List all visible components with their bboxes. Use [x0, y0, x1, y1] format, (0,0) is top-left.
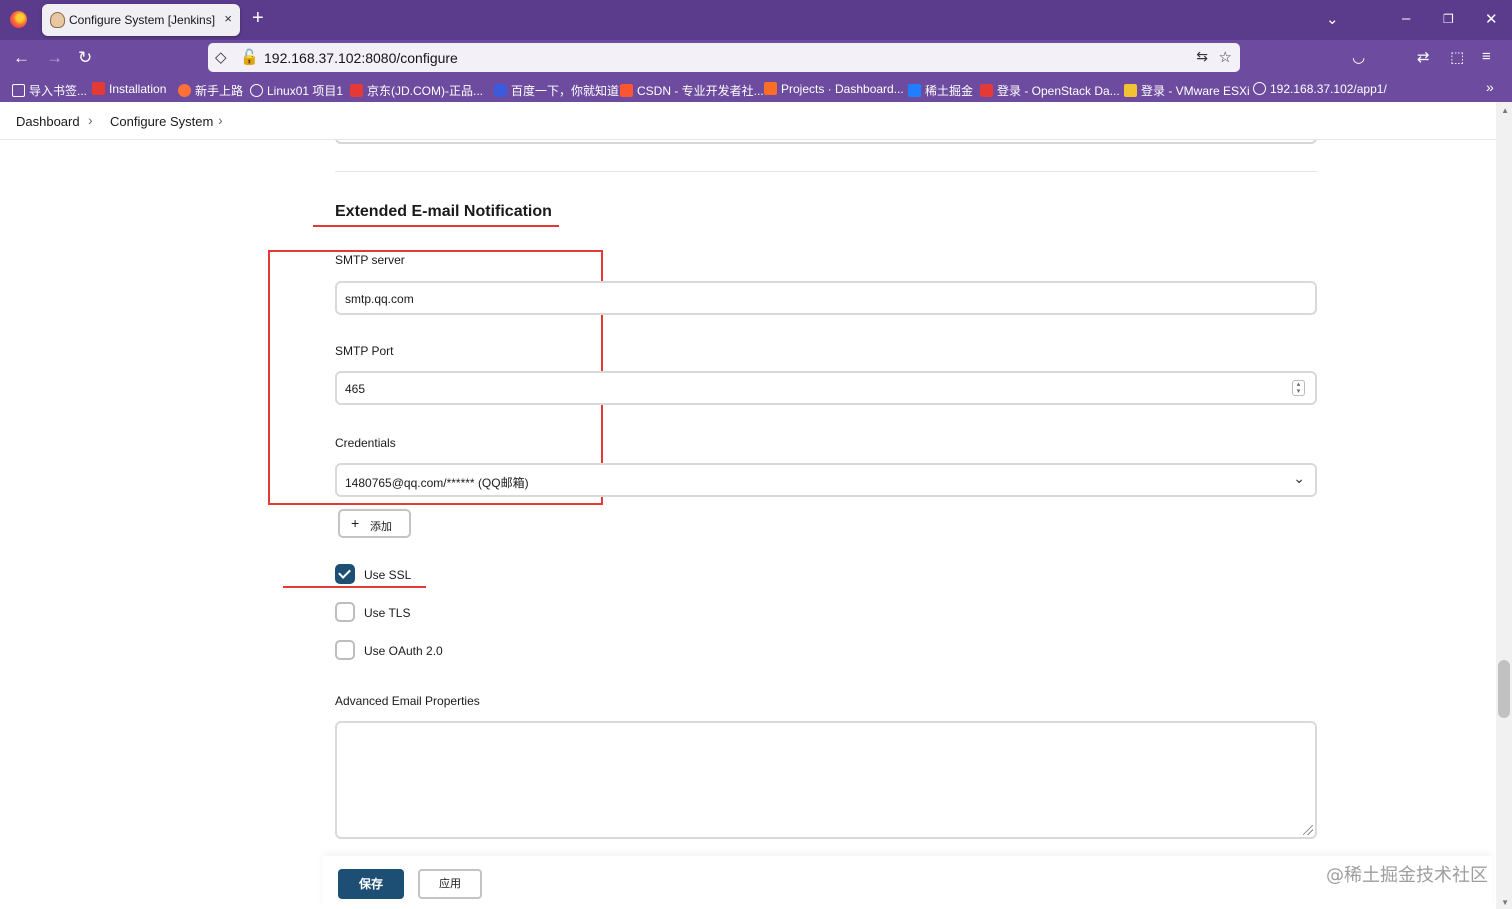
use-oauth-checkbox[interactable] — [335, 640, 355, 660]
use-oauth-label[interactable]: Use OAuth 2.0 — [364, 644, 443, 658]
number-spinner-icon[interactable]: ▴ ▾ — [1292, 380, 1305, 396]
resize-grip-icon[interactable] — [1303, 825, 1313, 835]
bookmark-item[interactable]: 登录 - OpenStack Da... — [980, 82, 1120, 99]
page-scrollbar[interactable]: ▲ ▼ — [1496, 102, 1512, 909]
gitlab-icon — [764, 82, 777, 95]
globe-icon — [250, 84, 263, 97]
extensions-icon[interactable]: ⬚ — [1450, 48, 1464, 66]
openstack-icon — [980, 84, 993, 97]
new-tab-button[interactable]: + — [252, 8, 264, 28]
browser-nav-bar: ← → ↻ ◇ 🔓 192.168.37.102:8080/configure … — [0, 40, 1512, 76]
credentials-label: Credentials — [335, 436, 396, 450]
section-divider — [335, 171, 1317, 172]
bookmarks-overflow-icon[interactable]: » — [1486, 79, 1494, 95]
bookmark-item[interactable]: Installation — [92, 82, 166, 96]
watermark: @稀土掘金技术社区 — [1326, 865, 1488, 886]
use-ssl-label[interactable]: Use SSL — [364, 568, 411, 582]
scroll-up-icon[interactable]: ▲ — [1501, 106, 1509, 115]
shield-icon[interactable]: ◇ — [215, 48, 227, 66]
smtp-port-input[interactable]: 465 ▴ ▾ — [335, 371, 1317, 405]
firefox-icon — [178, 84, 191, 97]
jd-icon — [350, 84, 363, 97]
section-title: Extended E-mail Notification — [335, 203, 552, 220]
tab-close-icon[interactable]: × — [224, 11, 232, 26]
list-all-tabs-icon[interactable]: ⌄ — [1326, 10, 1339, 28]
breadcrumb-chevron-icon[interactable]: › — [88, 112, 93, 128]
app-menu-icon[interactable]: ≡ — [1482, 48, 1491, 65]
previous-field-edge — [335, 140, 1317, 144]
add-button-label: 添加 — [370, 521, 392, 533]
bookmark-item[interactable]: 百度一下，你就知道 — [494, 82, 619, 99]
url-text[interactable]: 192.168.37.102:8080/configure — [264, 50, 458, 66]
credentials-select[interactable]: 1480765@qq.com/****** (QQ邮箱) ⌄ — [335, 463, 1317, 497]
chevron-down-icon: ⌄ — [1293, 470, 1305, 486]
import-icon — [12, 84, 25, 97]
bookmark-item[interactable]: 登录 - VMware ESXi — [1124, 82, 1250, 99]
use-ssl-checkbox[interactable] — [335, 564, 355, 584]
firefox-logo-icon[interactable] — [10, 11, 27, 28]
browser-title-bar: Configure System [Jenkins] × + ⌄ – ❐ ✕ — [0, 0, 1512, 40]
advanced-email-properties-textarea[interactable] — [335, 721, 1317, 839]
advanced-email-properties-label: Advanced Email Properties — [335, 694, 480, 708]
bookmark-item[interactable]: 新手上路 — [178, 82, 243, 99]
use-tls-checkbox[interactable] — [335, 602, 355, 622]
scroll-down-icon[interactable]: ▼ — [1501, 898, 1509, 907]
breadcrumb: Dashboard › Configure System › — [0, 102, 1512, 140]
configure-form: Extended E-mail Notification SMTP server… — [0, 140, 1512, 909]
smtp-port-label: SMTP Port — [335, 344, 394, 358]
breadcrumb-chevron-icon[interactable]: › — [218, 112, 223, 128]
smtp-port-value: 465 — [345, 382, 366, 396]
bookmark-item[interactable]: Linux01 项目1 — [250, 82, 343, 99]
add-credentials-button[interactable]: + 添加 — [338, 509, 411, 538]
back-icon[interactable]: ← — [13, 48, 30, 68]
bookmark-item[interactable]: CSDN - 专业开发者社... — [620, 82, 764, 99]
vmware-icon — [1124, 84, 1137, 97]
reload-icon[interactable]: ↻ — [78, 48, 92, 68]
zabbix-icon — [92, 82, 105, 95]
url-bar[interactable]: ◇ 🔓 192.168.37.102:8080/configure ⇆ ☆ — [208, 43, 1240, 72]
use-tls-label[interactable]: Use TLS — [364, 606, 410, 620]
plus-icon: + — [351, 515, 360, 531]
smtp-server-input[interactable]: smtp.qq.com — [335, 281, 1317, 315]
minimize-icon[interactable]: – — [1402, 10, 1410, 27]
csdn-icon — [620, 84, 633, 97]
insecure-lock-icon[interactable]: 🔓 — [240, 48, 259, 66]
bookmark-item[interactable]: 导入书签... — [12, 82, 87, 99]
juejin-icon — [908, 84, 921, 97]
checkmark-icon — [338, 566, 351, 579]
apply-button[interactable]: 应用 — [418, 869, 482, 899]
window-close-icon[interactable]: ✕ — [1485, 10, 1498, 28]
restore-icon[interactable]: ❐ — [1443, 12, 1454, 26]
annotation-underline — [283, 586, 426, 588]
baidu-icon — [494, 84, 507, 97]
breadcrumb-configure-system[interactable]: Configure System — [110, 114, 213, 129]
jenkins-favicon-icon — [50, 12, 65, 28]
translate-icon[interactable]: ⇆ — [1196, 48, 1208, 65]
save-button[interactable]: 保存 — [338, 869, 404, 899]
pocket-icon[interactable]: ◡ — [1352, 48, 1365, 66]
form-actions-bar: 保存 应用 — [322, 856, 1492, 909]
bookmarks-bar: 导入书签... Installation 新手上路 Linux01 项目1 京东… — [0, 76, 1512, 102]
credentials-selected-value: 1480765@qq.com/****** (QQ邮箱) — [345, 476, 529, 490]
translate-extension-icon[interactable]: ⇄ — [1417, 48, 1430, 66]
bookmark-item[interactable]: 京东(JD.COM)-正品... — [350, 82, 483, 99]
scrollbar-thumb[interactable] — [1498, 660, 1510, 718]
bookmark-item[interactable]: 稀土掘金 — [908, 82, 973, 99]
annotation-underline — [313, 225, 559, 227]
bookmark-item[interactable]: Projects · Dashboard... — [764, 82, 904, 96]
bookmark-star-icon[interactable]: ☆ — [1219, 48, 1232, 66]
forward-icon[interactable]: → — [46, 48, 63, 68]
bookmark-item[interactable]: 192.168.37.102/app1/ — [1253, 82, 1387, 96]
globe-icon — [1253, 82, 1266, 95]
browser-tab-active[interactable]: Configure System [Jenkins] × — [42, 4, 240, 36]
smtp-server-label: SMTP server — [335, 253, 405, 267]
tab-title: Configure System [Jenkins] — [69, 13, 216, 27]
smtp-server-value: smtp.qq.com — [345, 292, 414, 306]
breadcrumb-dashboard[interactable]: Dashboard — [16, 114, 80, 129]
